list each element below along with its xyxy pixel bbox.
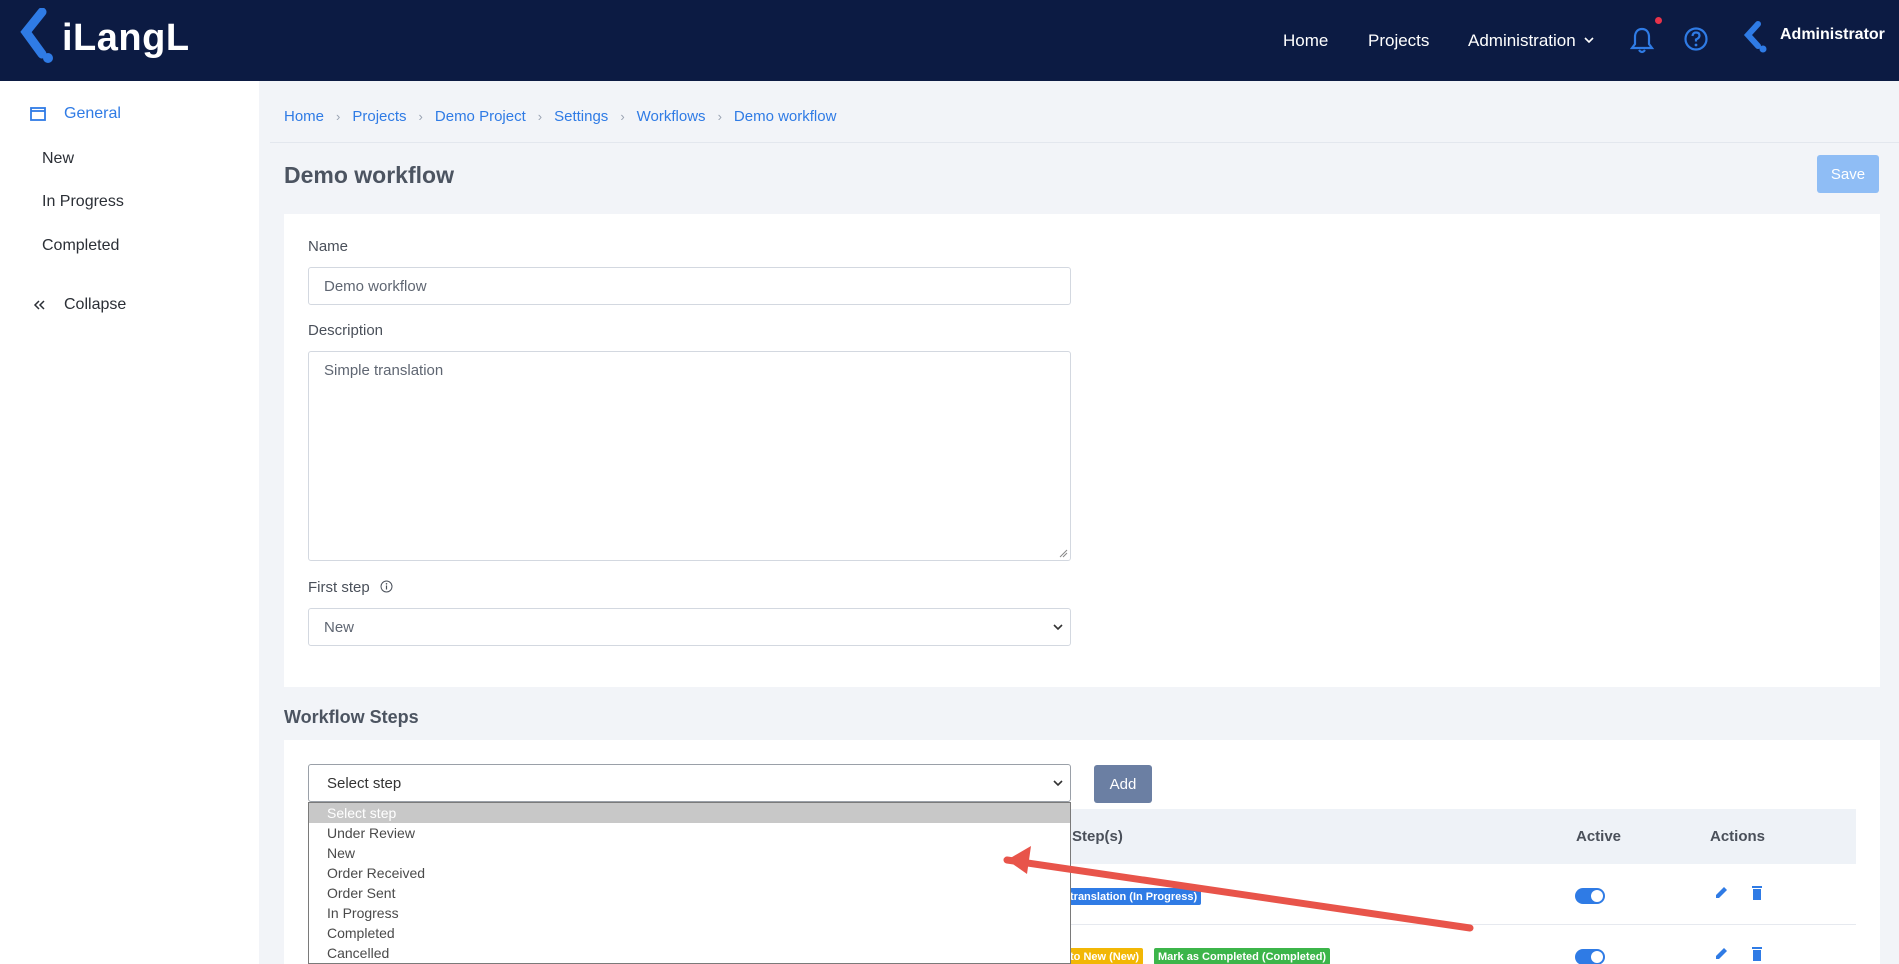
step-select[interactable]: Select step <box>308 764 1071 802</box>
next-step-badge: Mark as Completed (Completed) <box>1154 948 1331 964</box>
step-dropdown-list: Select step Under Review New Order Recei… <box>308 802 1071 964</box>
dropdown-option-under-review[interactable]: Under Review <box>309 823 1070 843</box>
dropdown-option-order-received[interactable]: Order Received <box>309 863 1070 883</box>
sidebar-item-general[interactable]: General <box>30 101 121 127</box>
user-name[interactable]: Administrator <box>1780 0 1885 70</box>
column-header-active: Active <box>1576 828 1622 845</box>
edit-icon[interactable] <box>1713 884 1729 902</box>
sidebar-item-in-progress[interactable]: In Progress <box>42 189 124 215</box>
delete-icon[interactable] <box>1749 884 1765 902</box>
window-icon <box>30 107 46 121</box>
help-icon[interactable] <box>1683 26 1709 52</box>
dropdown-option-order-sent[interactable]: Order Sent <box>309 883 1070 903</box>
breadcrumb-demo-project[interactable]: Demo Project <box>435 108 526 125</box>
breadcrumb-divider <box>270 142 1899 143</box>
top-navbar <box>0 0 1899 81</box>
info-icon[interactable] <box>380 580 393 593</box>
chevron-right-icon: › <box>537 108 543 124</box>
nav-home[interactable]: Home <box>1283 0 1328 81</box>
dropdown-option-new[interactable]: New <box>309 843 1070 863</box>
dropdown-option-select-step[interactable]: Select step <box>309 803 1070 823</box>
chevron-down-icon[interactable] <box>1583 30 1595 50</box>
sidebar-item-new[interactable]: New <box>42 146 74 172</box>
active-toggle[interactable] <box>1575 949 1605 964</box>
user-avatar-icon[interactable] <box>1738 20 1770 54</box>
breadcrumb-workflows[interactable]: Workflows <box>637 108 706 125</box>
delete-icon[interactable] <box>1749 945 1765 963</box>
chevron-down-icon <box>1053 624 1063 631</box>
name-label: Name <box>308 238 349 255</box>
chevron-down-icon <box>1053 780 1063 787</box>
workflow-steps-title: Workflow Steps <box>284 707 419 727</box>
chevron-right-icon: › <box>336 108 341 124</box>
nav-administration[interactable]: Administration <box>1468 0 1576 81</box>
sidebar-item-completed[interactable]: Completed <box>42 233 119 259</box>
chevron-right-icon: › <box>418 108 423 124</box>
first-step-label: First step <box>308 579 393 596</box>
page-title: Demo workflow <box>284 162 454 188</box>
add-step-button[interactable]: Add <box>1094 765 1152 803</box>
active-toggle[interactable] <box>1575 888 1605 904</box>
chevron-right-icon: › <box>620 108 625 124</box>
name-field[interactable]: Demo workflow <box>308 267 1071 305</box>
breadcrumb-home[interactable]: Home <box>284 108 324 125</box>
description-label: Description <box>308 322 384 339</box>
dropdown-option-completed[interactable]: Completed <box>309 923 1070 943</box>
brand-mark-icon <box>20 8 53 63</box>
breadcrumb: Home › Projects › Demo Project › Settings › … <box>284 104 836 128</box>
edit-icon[interactable] <box>1713 945 1729 963</box>
description-field[interactable]: Simple translation <box>308 351 1071 561</box>
breadcrumb-settings[interactable]: Settings <box>554 108 608 125</box>
annotation-arrow <box>1003 846 1474 932</box>
sidebar-item-label: General <box>64 105 121 122</box>
breadcrumb-demo-workflow[interactable]: Demo workflow <box>734 108 837 125</box>
notification-dot <box>1655 17 1662 24</box>
sidebar <box>0 81 259 964</box>
first-step-select[interactable]: New <box>308 608 1071 646</box>
bell-icon[interactable] <box>1629 26 1655 54</box>
sidebar-collapse[interactable]: Collapse <box>32 292 126 318</box>
nav-projects[interactable]: Projects <box>1368 0 1429 81</box>
brand-logo[interactable]: iLangL <box>12 8 190 68</box>
next-step-badge: to New (New) <box>1066 948 1144 964</box>
save-button[interactable]: Save <box>1817 155 1879 193</box>
double-chevron-left-icon <box>33 300 45 310</box>
brand-name: iLangL <box>62 16 190 59</box>
dropdown-option-cancelled[interactable]: Cancelled <box>309 943 1070 963</box>
dropdown-option-in-progress[interactable]: In Progress <box>309 903 1070 923</box>
column-header-actions: Actions <box>1710 828 1766 845</box>
breadcrumb-projects[interactable]: Projects <box>352 108 406 125</box>
chevron-right-icon: › <box>717 108 722 124</box>
resize-handle-icon[interactable] <box>1059 549 1068 558</box>
